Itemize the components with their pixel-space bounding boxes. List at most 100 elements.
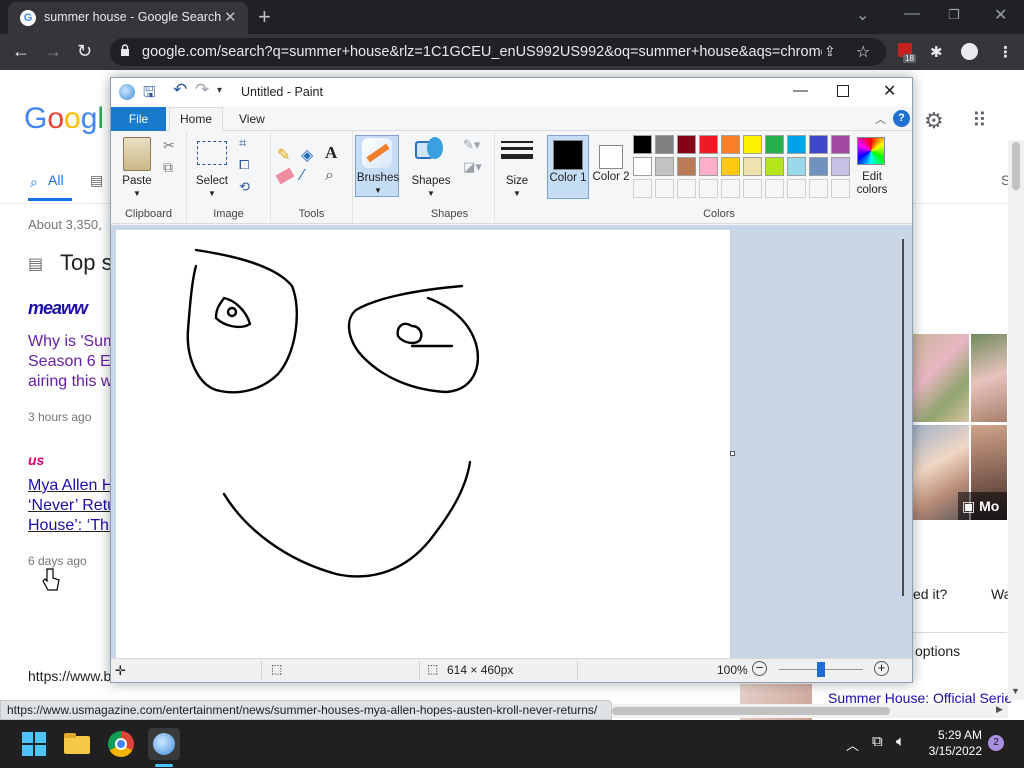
palette-swatch[interactable]	[809, 179, 828, 198]
network-icon[interactable]: ⧉	[872, 733, 883, 750]
text-icon[interactable]: A	[325, 143, 337, 163]
start-windows-icon[interactable]	[18, 728, 50, 760]
paste-dropdown-icon[interactable]: ▼	[117, 189, 157, 198]
address-bar[interactable]: google.com/search?q=summer+house&rlz=1C1…	[110, 38, 886, 66]
google-logo[interactable]: Googl	[24, 102, 104, 136]
palette-swatch[interactable]	[721, 135, 740, 154]
shapes-button[interactable]: Shapes	[409, 175, 453, 187]
color1-button[interactable]: Color 1	[547, 135, 589, 199]
news-tab-icon[interactable]: ▤	[90, 172, 103, 189]
undo-icon[interactable]: ↶	[173, 80, 187, 100]
image-thumbnail[interactable]	[913, 334, 969, 422]
select-button[interactable]: Select	[192, 175, 232, 187]
copy-icon[interactable]: ⧉	[163, 159, 173, 176]
show-hidden-icons-icon[interactable]: ︿	[846, 735, 859, 754]
palette-swatch[interactable]	[699, 135, 718, 154]
related-question-1[interactable]: ed it?	[913, 586, 947, 602]
shapes-icon[interactable]	[415, 137, 445, 165]
restore-icon[interactable]: ❐	[948, 7, 960, 23]
palette-swatch[interactable]	[677, 179, 696, 198]
paint-close-icon[interactable]: ✕	[883, 81, 896, 101]
palette-swatch[interactable]	[633, 179, 652, 198]
horizontal-scrollbar[interactable]: ▶	[612, 704, 1008, 718]
palette-swatch[interactable]	[743, 157, 762, 176]
palette-swatch[interactable]	[699, 179, 718, 198]
resize-icon[interactable]: ⧠	[239, 157, 249, 173]
palette-swatch[interactable]	[677, 157, 696, 176]
paint-minimize-icon[interactable]: —	[793, 82, 808, 99]
share-icon[interactable]: ⇪	[824, 43, 836, 60]
palette-swatch[interactable]	[655, 179, 674, 198]
scroll-down-icon[interactable]: ▼	[1011, 686, 1020, 696]
select-dropdown-icon[interactable]: ▼	[192, 189, 232, 198]
magnifier-icon[interactable]: ⌕	[325, 167, 334, 185]
zoom-slider-thumb[interactable]	[817, 662, 825, 677]
fill-icon[interactable]: ◈	[301, 145, 313, 165]
palette-swatch[interactable]	[633, 135, 652, 154]
google-apps-icon[interactable]: ⠿	[972, 108, 987, 133]
color-picker-icon[interactable]: ⁄	[301, 167, 304, 185]
palette-swatch[interactable]	[633, 157, 652, 176]
tab-home[interactable]: Home	[169, 107, 223, 132]
color2-button[interactable]: Color 2	[591, 135, 633, 199]
notification-badge[interactable]: 2	[988, 735, 1004, 751]
scroll-right-icon[interactable]: ▶	[996, 704, 1003, 715]
palette-swatch[interactable]	[787, 157, 806, 176]
redo-icon[interactable]: ↷	[195, 80, 209, 100]
tab-all[interactable]: All	[48, 172, 64, 188]
close-tab-icon[interactable]: ✕	[224, 8, 237, 26]
drawing-canvas[interactable]	[116, 230, 730, 658]
tab-view[interactable]: View	[239, 112, 265, 126]
edit-colors-button[interactable]: Edit colors	[851, 135, 895, 199]
system-clock[interactable]: 5:29 AM 3/15/2022	[922, 727, 982, 759]
paint-title-bar[interactable]: 🖫 ↶ ↷ ▾ Untitled - Paint — ✕	[111, 78, 912, 107]
new-tab-icon[interactable]: +	[258, 4, 271, 30]
options-link[interactable]: options	[915, 643, 960, 659]
palette-swatch[interactable]	[721, 157, 740, 176]
chrome-menu-icon[interactable]: ⋮	[998, 43, 1013, 61]
pencil-icon[interactable]: ✎	[277, 145, 290, 165]
scrollbar-thumb[interactable]	[612, 707, 890, 715]
palette-swatch[interactable]	[677, 135, 696, 154]
canvas-vertical-scrollbar[interactable]	[898, 239, 912, 658]
paint-maximize-icon[interactable]	[837, 85, 849, 97]
shapes-dropdown-icon[interactable]: ▼	[409, 189, 453, 198]
paste-button[interactable]: Paste	[117, 175, 157, 187]
page-scrollbar[interactable]	[1008, 140, 1024, 700]
zoom-out-icon[interactable]: −	[752, 661, 767, 676]
story-1-title[interactable]: Why is 'Sum Season 6 Ep airing this w	[28, 332, 120, 392]
volume-icon[interactable]: 🔈︎	[896, 733, 905, 750]
reload-icon[interactable]: ↻	[77, 41, 92, 62]
brushes-button[interactable]: Brushes ▼	[355, 135, 399, 197]
canvas-resize-handle[interactable]	[730, 451, 735, 456]
select-icon[interactable]	[197, 141, 227, 165]
palette-swatch[interactable]	[765, 135, 784, 154]
story-2-title[interactable]: Mya Allen H ‘Never’ Retu House’: ‘Thi	[28, 476, 116, 536]
minimize-icon[interactable]: —	[904, 5, 920, 23]
palette-swatch[interactable]	[721, 179, 740, 198]
chrome-taskbar-icon[interactable]	[105, 728, 137, 760]
browser-tab[interactable]: G summer house - Google Search ✕	[8, 2, 248, 34]
back-icon[interactable]: ←	[12, 41, 30, 62]
qat-customize-icon[interactable]: ▾	[217, 85, 222, 96]
profile-avatar-icon[interactable]	[961, 43, 978, 60]
image-thumbnail[interactable]	[971, 334, 1007, 422]
palette-swatch[interactable]	[787, 135, 806, 154]
quick-save-icon[interactable]: 🖫	[143, 82, 156, 107]
file-explorer-icon[interactable]	[62, 728, 94, 760]
palette-swatch[interactable]	[743, 179, 762, 198]
size-button[interactable]: Size ▼	[495, 135, 543, 198]
paste-icon[interactable]	[123, 137, 151, 171]
palette-swatch[interactable]	[699, 157, 718, 176]
more-images-button[interactable]: ▣ Mo	[958, 492, 1007, 520]
tab-file[interactable]: File	[111, 107, 166, 131]
settings-gear-icon[interactable]: ⚙	[924, 108, 944, 134]
help-icon[interactable]: ?	[893, 110, 910, 127]
zoom-in-icon[interactable]: +	[874, 661, 889, 676]
palette-swatch[interactable]	[655, 157, 674, 176]
cut-icon[interactable]: ✂	[163, 137, 175, 154]
outline-icon[interactable]: ✎▾	[463, 137, 480, 153]
close-window-icon[interactable]: ✕	[994, 5, 1007, 25]
palette-swatch[interactable]	[809, 157, 828, 176]
ribbon-collapse-icon[interactable]: ︿	[875, 111, 886, 127]
